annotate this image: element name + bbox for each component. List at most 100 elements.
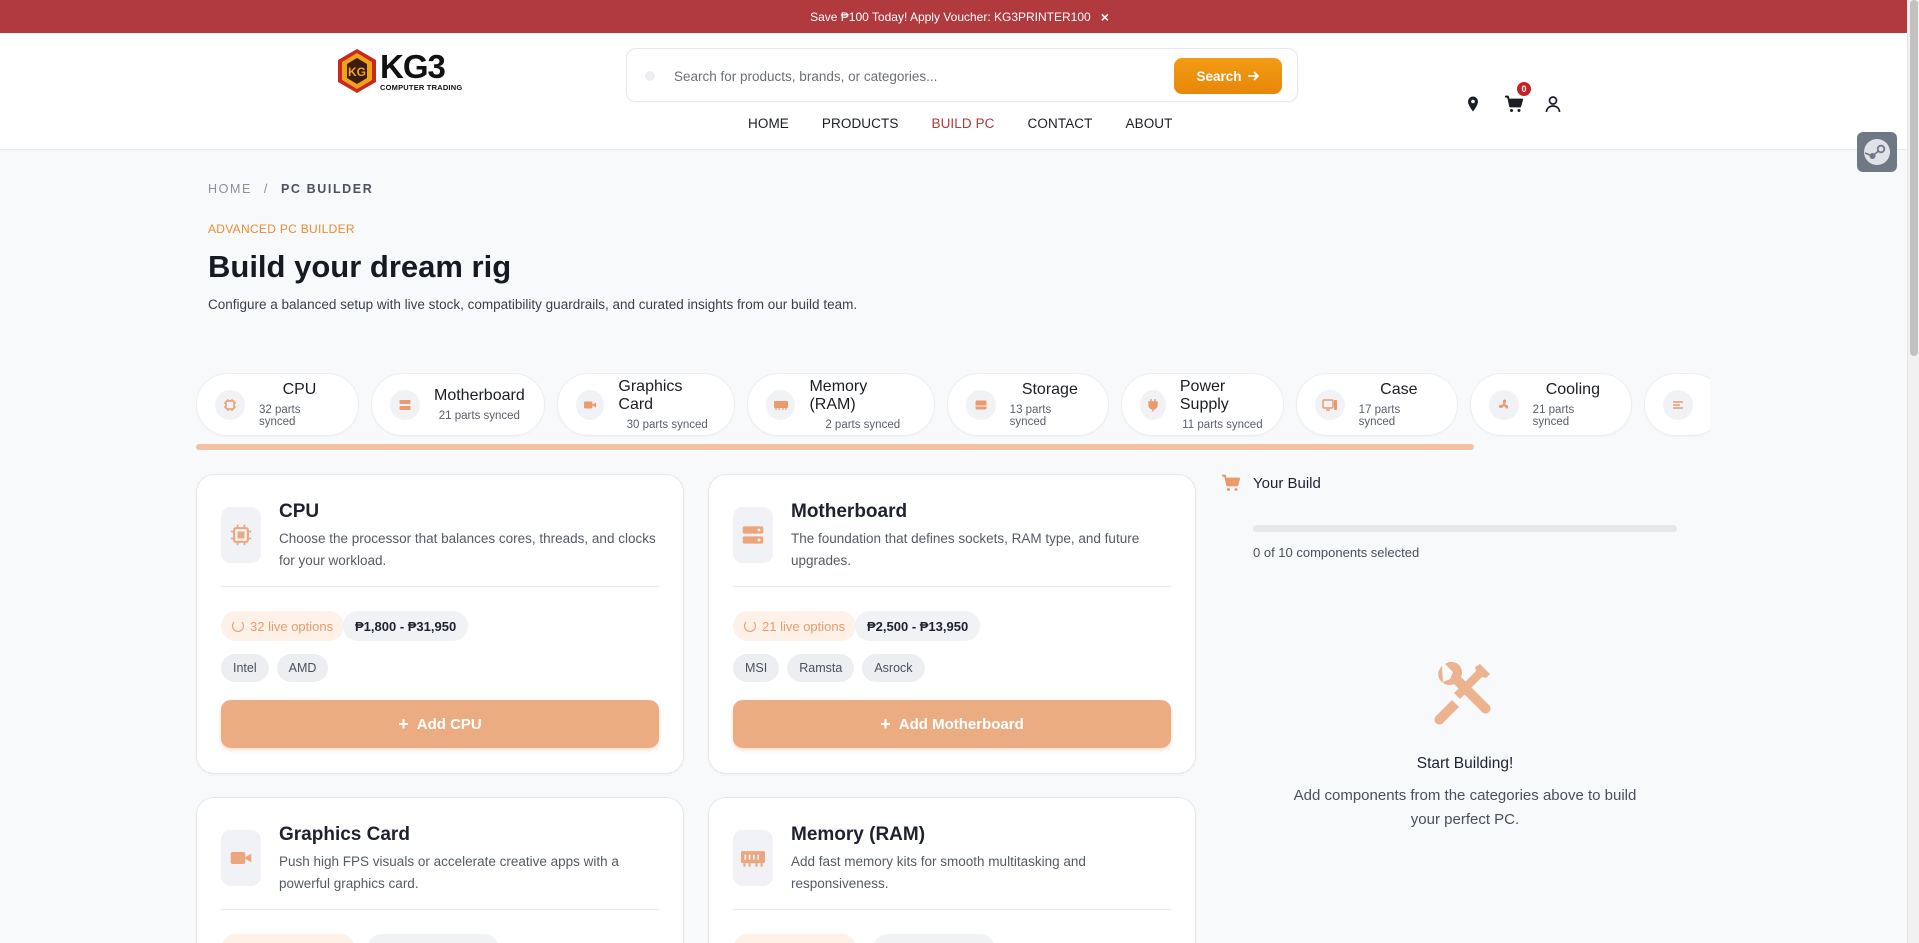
category-name: Power Supply: [1179, 378, 1229, 413]
brand-list: MSI Ramsta Asrock: [733, 654, 925, 682]
logo-name: KG3: [380, 48, 446, 86]
category-scroll-indicator[interactable]: [196, 444, 1474, 450]
card-title: Graphics Card: [279, 824, 410, 845]
page-subtitle: Configure a balanced setup with live sto…: [208, 297, 858, 312]
search-bar: Search: [626, 48, 1298, 102]
main-nav: HOME PRODUCTS BUILD PC CONTACT ABOUT: [748, 116, 1206, 131]
nav-home[interactable]: HOME: [748, 116, 789, 131]
cart-icon: [1222, 474, 1241, 491]
page-scrollbar[interactable]: [1907, 0, 1919, 943]
category-name: Motherboard: [434, 387, 525, 404]
header-icons: 0: [1464, 82, 1562, 113]
live-options-text: 32 live options: [250, 618, 334, 634]
category-count: 13 parts synced: [1009, 404, 1052, 428]
add-cpu-button[interactable]: + Add CPU: [221, 700, 659, 748]
nav-products[interactable]: PRODUCTS: [822, 116, 899, 131]
svg-text:KG: KG: [348, 65, 366, 79]
category-name: Memory (RAM): [809, 378, 868, 413]
plug-icon: [1140, 389, 1166, 420]
logo[interactable]: KG KG3 COMPUTER TRADING: [336, 48, 462, 94]
category-tab-graphics-card[interactable]: Graphics Card 30 parts synced: [557, 373, 735, 436]
search-button-label: Search: [1196, 68, 1242, 84]
category-name: CPU: [282, 381, 317, 398]
sliders-icon: [1663, 389, 1693, 420]
category-count: 32 parts synced: [258, 404, 301, 428]
page-title: Build your dream rig: [208, 249, 512, 284]
build-summary-header: Your Build: [1221, 474, 1321, 492]
build-count: 0 of 10 components selected: [1253, 545, 1420, 560]
category-tab-storage[interactable]: Storage 13 parts synced: [947, 373, 1109, 436]
card-title: Memory (RAM): [791, 824, 926, 845]
category-name: Graphics Card: [618, 378, 683, 413]
breadcrumb-home[interactable]: HOME: [208, 182, 252, 196]
memory-icon: [733, 830, 773, 886]
card-description: Push high FPS visuals or accelerate crea…: [279, 854, 619, 891]
logo-tagline: COMPUTER TRADING: [380, 83, 463, 93]
hero-eyebrow: ADVANCED PC BUILDER: [208, 222, 355, 236]
category-tab-more[interactable]: [1644, 373, 1710, 436]
price-range-badge: ₱2,500 - ₱13,950: [855, 611, 981, 641]
user-icon[interactable]: [1544, 95, 1562, 113]
live-options-text: 21 live options: [762, 618, 846, 634]
brand-list: Intel AMD: [221, 654, 329, 682]
empty-state-title: Start Building!: [1416, 755, 1514, 772]
arrow-right-icon: [1247, 71, 1259, 81]
loading-ring-icon: [232, 620, 244, 632]
location-pin-icon[interactable]: [1464, 95, 1482, 113]
component-card-memory: Memory (RAM) Add fast memory kits for sm…: [708, 797, 1196, 943]
scrollbar-thumb[interactable]: [1910, 0, 1918, 356]
add-button-label: Add CPU: [416, 715, 482, 733]
breadcrumb-current: PC BUILDER: [280, 182, 374, 196]
category-tab-cooling[interactable]: Cooling 21 parts synced: [1470, 373, 1632, 436]
cpu-icon: [215, 389, 245, 420]
build-progress-bar: [1253, 525, 1677, 532]
search-button[interactable]: Search: [1174, 58, 1282, 94]
price-range-badge: [873, 934, 995, 943]
build-title: Your Build: [1253, 474, 1321, 492]
brand-chip[interactable]: AMD: [276, 654, 329, 682]
category-count: 2 parts synced: [825, 419, 901, 431]
plus-icon: +: [398, 713, 409, 734]
close-icon[interactable]: ×: [1101, 9, 1109, 25]
cart-icon[interactable]: 0: [1504, 82, 1531, 113]
category-tab-case[interactable]: Case 17 parts synced: [1296, 373, 1458, 436]
site-header: KG KG3 COMPUTER TRADING Search HOME PROD…: [0, 33, 1919, 150]
category-tab-cpu[interactable]: CPU 32 parts synced: [196, 373, 359, 436]
brand-chip[interactable]: Asrock: [862, 654, 925, 682]
brand-chip[interactable]: Ramsta: [787, 654, 855, 682]
nav-contact[interactable]: CONTACT: [1028, 116, 1093, 131]
divider: [733, 909, 1171, 910]
video-icon: [221, 830, 261, 886]
price-range-badge: ₱1,800 - ₱31,950: [343, 611, 469, 641]
nav-about[interactable]: ABOUT: [1126, 116, 1173, 131]
card-description: The foundation that defines sockets, RAM…: [791, 531, 1140, 568]
price-range-badge: [367, 934, 499, 943]
category-tabs: CPU 32 parts synced Motherboard 21 parts s…: [196, 373, 1710, 437]
nav-build-pc[interactable]: BUILD PC: [931, 116, 994, 131]
storage-icon: [966, 389, 996, 420]
category-tab-memory[interactable]: Memory (RAM) 2 parts synced: [747, 373, 935, 436]
promo-bar: Save ₱100 Today! Apply Voucher: KG3PRINT…: [0, 0, 1919, 33]
steam-icon[interactable]: [1857, 132, 1897, 172]
component-card-cpu: CPU Choose the processor that balances c…: [196, 474, 684, 774]
live-options-badge: [221, 934, 355, 943]
category-count: 21 parts synced: [1532, 404, 1575, 428]
motherboard-icon: [390, 389, 420, 420]
component-card-motherboard: Motherboard The foundation that defines …: [708, 474, 1196, 774]
category-count: 11 parts synced: [1182, 419, 1263, 431]
category-tab-motherboard[interactable]: Motherboard 21 parts synced: [371, 373, 545, 436]
cpu-icon: [221, 507, 261, 563]
search-input[interactable]: [674, 62, 1174, 90]
brand-chip[interactable]: Intel: [221, 654, 269, 682]
card-description: Add fast memory kits for smooth multitas…: [791, 854, 1086, 891]
brand-chip[interactable]: MSI: [733, 654, 780, 682]
card-title: Motherboard: [791, 501, 908, 522]
component-card-graphics-card: Graphics Card Push high FPS visuals or a…: [196, 797, 684, 943]
breadcrumb-separator: /: [263, 182, 269, 196]
divider: [733, 586, 1171, 587]
video-icon: [576, 389, 605, 420]
promo-text: Save ₱100 Today! Apply Voucher: KG3PRINT…: [810, 9, 1091, 24]
add-motherboard-button[interactable]: + Add Motherboard: [733, 700, 1171, 748]
card-title: CPU: [279, 501, 320, 522]
category-tab-power-supply[interactable]: Power Supply 11 parts synced: [1121, 373, 1284, 436]
